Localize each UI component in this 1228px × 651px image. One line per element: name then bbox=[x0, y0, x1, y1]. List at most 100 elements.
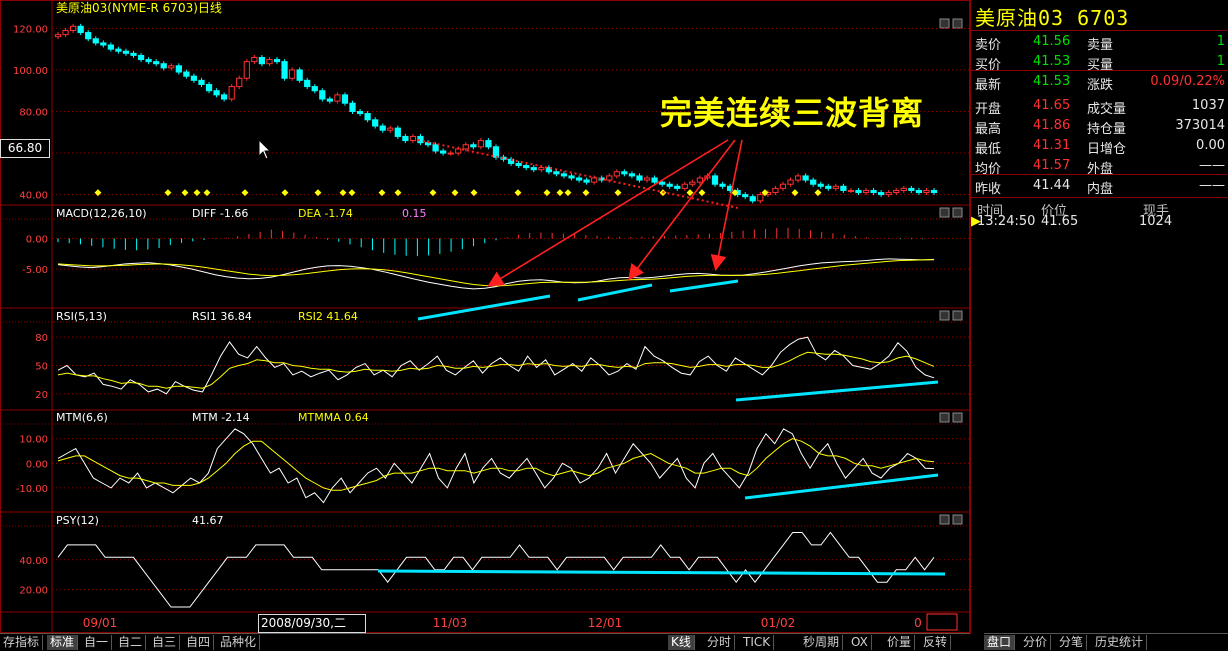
candle-body bbox=[794, 175, 802, 181]
candle-body bbox=[160, 63, 167, 69]
divergence-trend-line bbox=[377, 569, 946, 576]
signal-diamond-icon: ◆ bbox=[379, 188, 386, 198]
panel-left-arrow-icon bbox=[939, 207, 950, 218]
candle-body bbox=[115, 48, 122, 52]
period-tab[interactable]: 反转 bbox=[920, 635, 952, 650]
quote-label: 卖量 bbox=[1087, 38, 1114, 53]
signal-diamond-icon: ◆ bbox=[583, 188, 590, 198]
quote-tab-bar: 盘口 分价 分笔 历史统计 bbox=[984, 633, 1228, 651]
candle-body bbox=[85, 32, 92, 40]
candle-body bbox=[447, 152, 454, 155]
tick-price: 41.65 bbox=[1041, 214, 1079, 229]
candle-body bbox=[779, 183, 787, 189]
candle-body bbox=[538, 167, 545, 171]
quote-label: 成交量 bbox=[1087, 102, 1127, 117]
candle-body bbox=[372, 119, 379, 127]
period-tab[interactable]: K线 bbox=[668, 635, 695, 650]
indicator-tab[interactable]: 自三 bbox=[149, 635, 181, 650]
panel-left-arrow-icon bbox=[939, 514, 950, 525]
panel-right-arrow-icon bbox=[952, 412, 963, 423]
macd-dea-label: DEA -1.74 bbox=[298, 207, 353, 220]
candle-body bbox=[470, 144, 477, 148]
candle-body bbox=[175, 65, 182, 73]
candle-body bbox=[606, 175, 613, 181]
indicator-tab[interactable]: 标准 bbox=[47, 635, 79, 650]
indicator-tab[interactable]: 品种化 bbox=[217, 635, 261, 650]
candle-body bbox=[326, 98, 333, 102]
candle-body bbox=[621, 171, 628, 175]
rsi-y-tick-label: 50 bbox=[35, 362, 48, 373]
panel-right-arrow-icon bbox=[952, 310, 963, 321]
candle-body bbox=[696, 177, 704, 183]
panel-left-arrow-icon bbox=[939, 412, 950, 423]
divergence-arrow bbox=[628, 139, 736, 281]
signal-diamond-icon: ◆ bbox=[242, 188, 249, 198]
candle-body bbox=[568, 175, 575, 179]
period-tab[interactable]: 价量 bbox=[884, 635, 916, 650]
quote-label: 日增仓 bbox=[1087, 142, 1127, 157]
mtm-mtmma-line bbox=[57, 438, 935, 491]
candle-body bbox=[356, 111, 364, 115]
candle-body bbox=[341, 94, 349, 104]
quote-value: —— bbox=[1199, 158, 1225, 173]
candle-body bbox=[364, 113, 371, 121]
rsi-y-tick-label: 80 bbox=[35, 333, 48, 344]
psy-line bbox=[57, 531, 935, 608]
candle-body bbox=[802, 175, 809, 181]
indicator-tab[interactable]: 自一 bbox=[81, 635, 113, 650]
candle-body bbox=[583, 179, 590, 183]
candle-body bbox=[591, 177, 598, 183]
quote-row: 均价 41.57 外盘 —— bbox=[971, 156, 1228, 177]
candle-body bbox=[742, 194, 749, 198]
indicator-tab[interactable]: 自二 bbox=[115, 635, 147, 650]
quote-separator bbox=[971, 70, 1228, 71]
candle-body bbox=[311, 86, 318, 92]
quote-row: 最新 41.53 涨跌 0.09/0.22% bbox=[971, 72, 1228, 93]
rsi2-label: RSI2 41.64 bbox=[298, 310, 358, 323]
quote-row: 买价 41.53 买量 1 bbox=[971, 52, 1228, 73]
signal-diamond-icon: ◆ bbox=[95, 188, 102, 198]
signal-diamond-icon: ◆ bbox=[165, 188, 172, 198]
price-y-tick-label: 120.00 bbox=[13, 24, 48, 35]
period-tab[interactable]: 分时 bbox=[704, 635, 736, 650]
macd-panel: MACD(12,26,10) DIFF -1.66 DEA -1.74 0.15 0.0… bbox=[22, 207, 970, 290]
signal-diamond-icon: ◆ bbox=[544, 188, 551, 198]
period-tab[interactable]: 秒周期 bbox=[800, 635, 844, 650]
candle-body bbox=[100, 42, 107, 46]
quote-tab[interactable]: 分价 bbox=[1020, 635, 1052, 650]
mtm-label: MTM -2.14 bbox=[192, 411, 250, 424]
candle-body bbox=[183, 71, 190, 77]
psy-y-tick-label: 40.00 bbox=[19, 556, 48, 567]
indicator-tab[interactable]: 自四 bbox=[183, 635, 215, 650]
quote-label: 昨收 bbox=[975, 182, 1002, 197]
candle-body bbox=[251, 56, 258, 63]
quote-tab[interactable]: 历史统计 bbox=[1092, 635, 1148, 650]
candle-body bbox=[908, 187, 915, 191]
candle-body bbox=[462, 144, 469, 150]
period-tab[interactable]: TICK bbox=[740, 635, 775, 650]
candle-body bbox=[636, 175, 643, 181]
quote-tab[interactable]: 盘口 bbox=[984, 635, 1016, 650]
quote-separator bbox=[971, 174, 1228, 175]
candle-body bbox=[409, 135, 417, 142]
candle-body bbox=[394, 127, 401, 137]
candle-body bbox=[674, 185, 681, 189]
candle-body bbox=[288, 69, 296, 79]
indicator-tab[interactable]: 存指标 bbox=[0, 635, 44, 650]
candle-body bbox=[575, 177, 583, 181]
tick-row: ▶ 13:24:50 41.65 1024 bbox=[971, 212, 1228, 232]
candle-body bbox=[107, 44, 114, 50]
candle-body bbox=[69, 25, 77, 31]
period-tab[interactable]: OX bbox=[848, 635, 872, 650]
quote-row: 最低 41.31 日增仓 0.00 bbox=[971, 136, 1228, 157]
quote-tab[interactable]: 分笔 bbox=[1056, 635, 1088, 650]
mtm-y-tick-label: 0.00 bbox=[26, 459, 48, 470]
quote-row: 昨收 41.44 内盘 —— bbox=[971, 176, 1228, 197]
quote-value: 1 bbox=[1216, 54, 1225, 69]
quote-value: 41.86 bbox=[1033, 118, 1071, 133]
candle-body bbox=[266, 59, 273, 65]
quote-label: 开盘 bbox=[975, 102, 1002, 117]
candle-body bbox=[130, 52, 137, 56]
candle-body bbox=[862, 189, 870, 194]
candle-body bbox=[515, 162, 522, 167]
